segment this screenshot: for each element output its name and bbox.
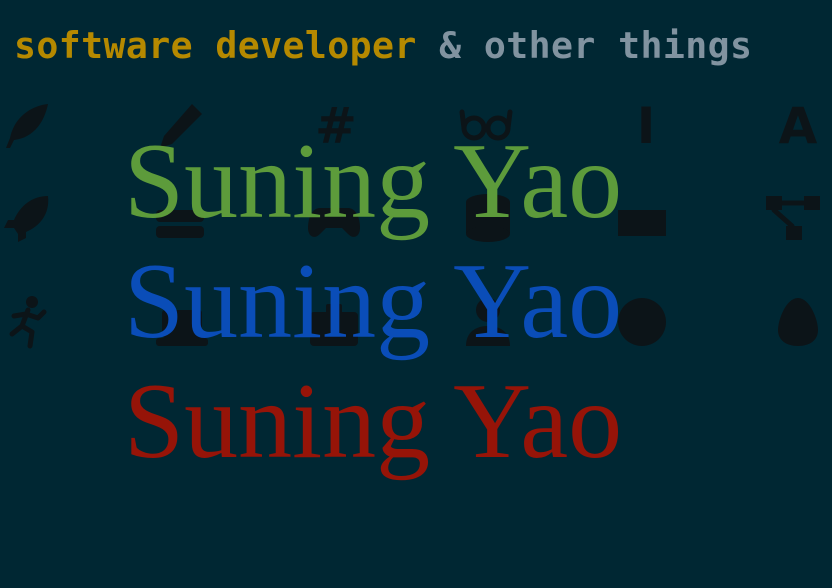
name-heading-blue: Suning Yao	[124, 242, 623, 361]
globe-icon	[614, 294, 670, 350]
running-person-icon	[0, 294, 56, 350]
memory-icon	[614, 192, 670, 248]
name-heading-green: Suning Yao	[124, 122, 623, 241]
text-cursor-icon: I	[636, 97, 656, 155]
egg-icon	[770, 294, 826, 350]
feather-icon	[0, 98, 56, 154]
name-heading-red: Suning Yao	[124, 362, 623, 481]
rocket-icon	[0, 190, 56, 246]
font-icon: A	[778, 97, 818, 155]
sitemap-icon	[764, 190, 820, 246]
